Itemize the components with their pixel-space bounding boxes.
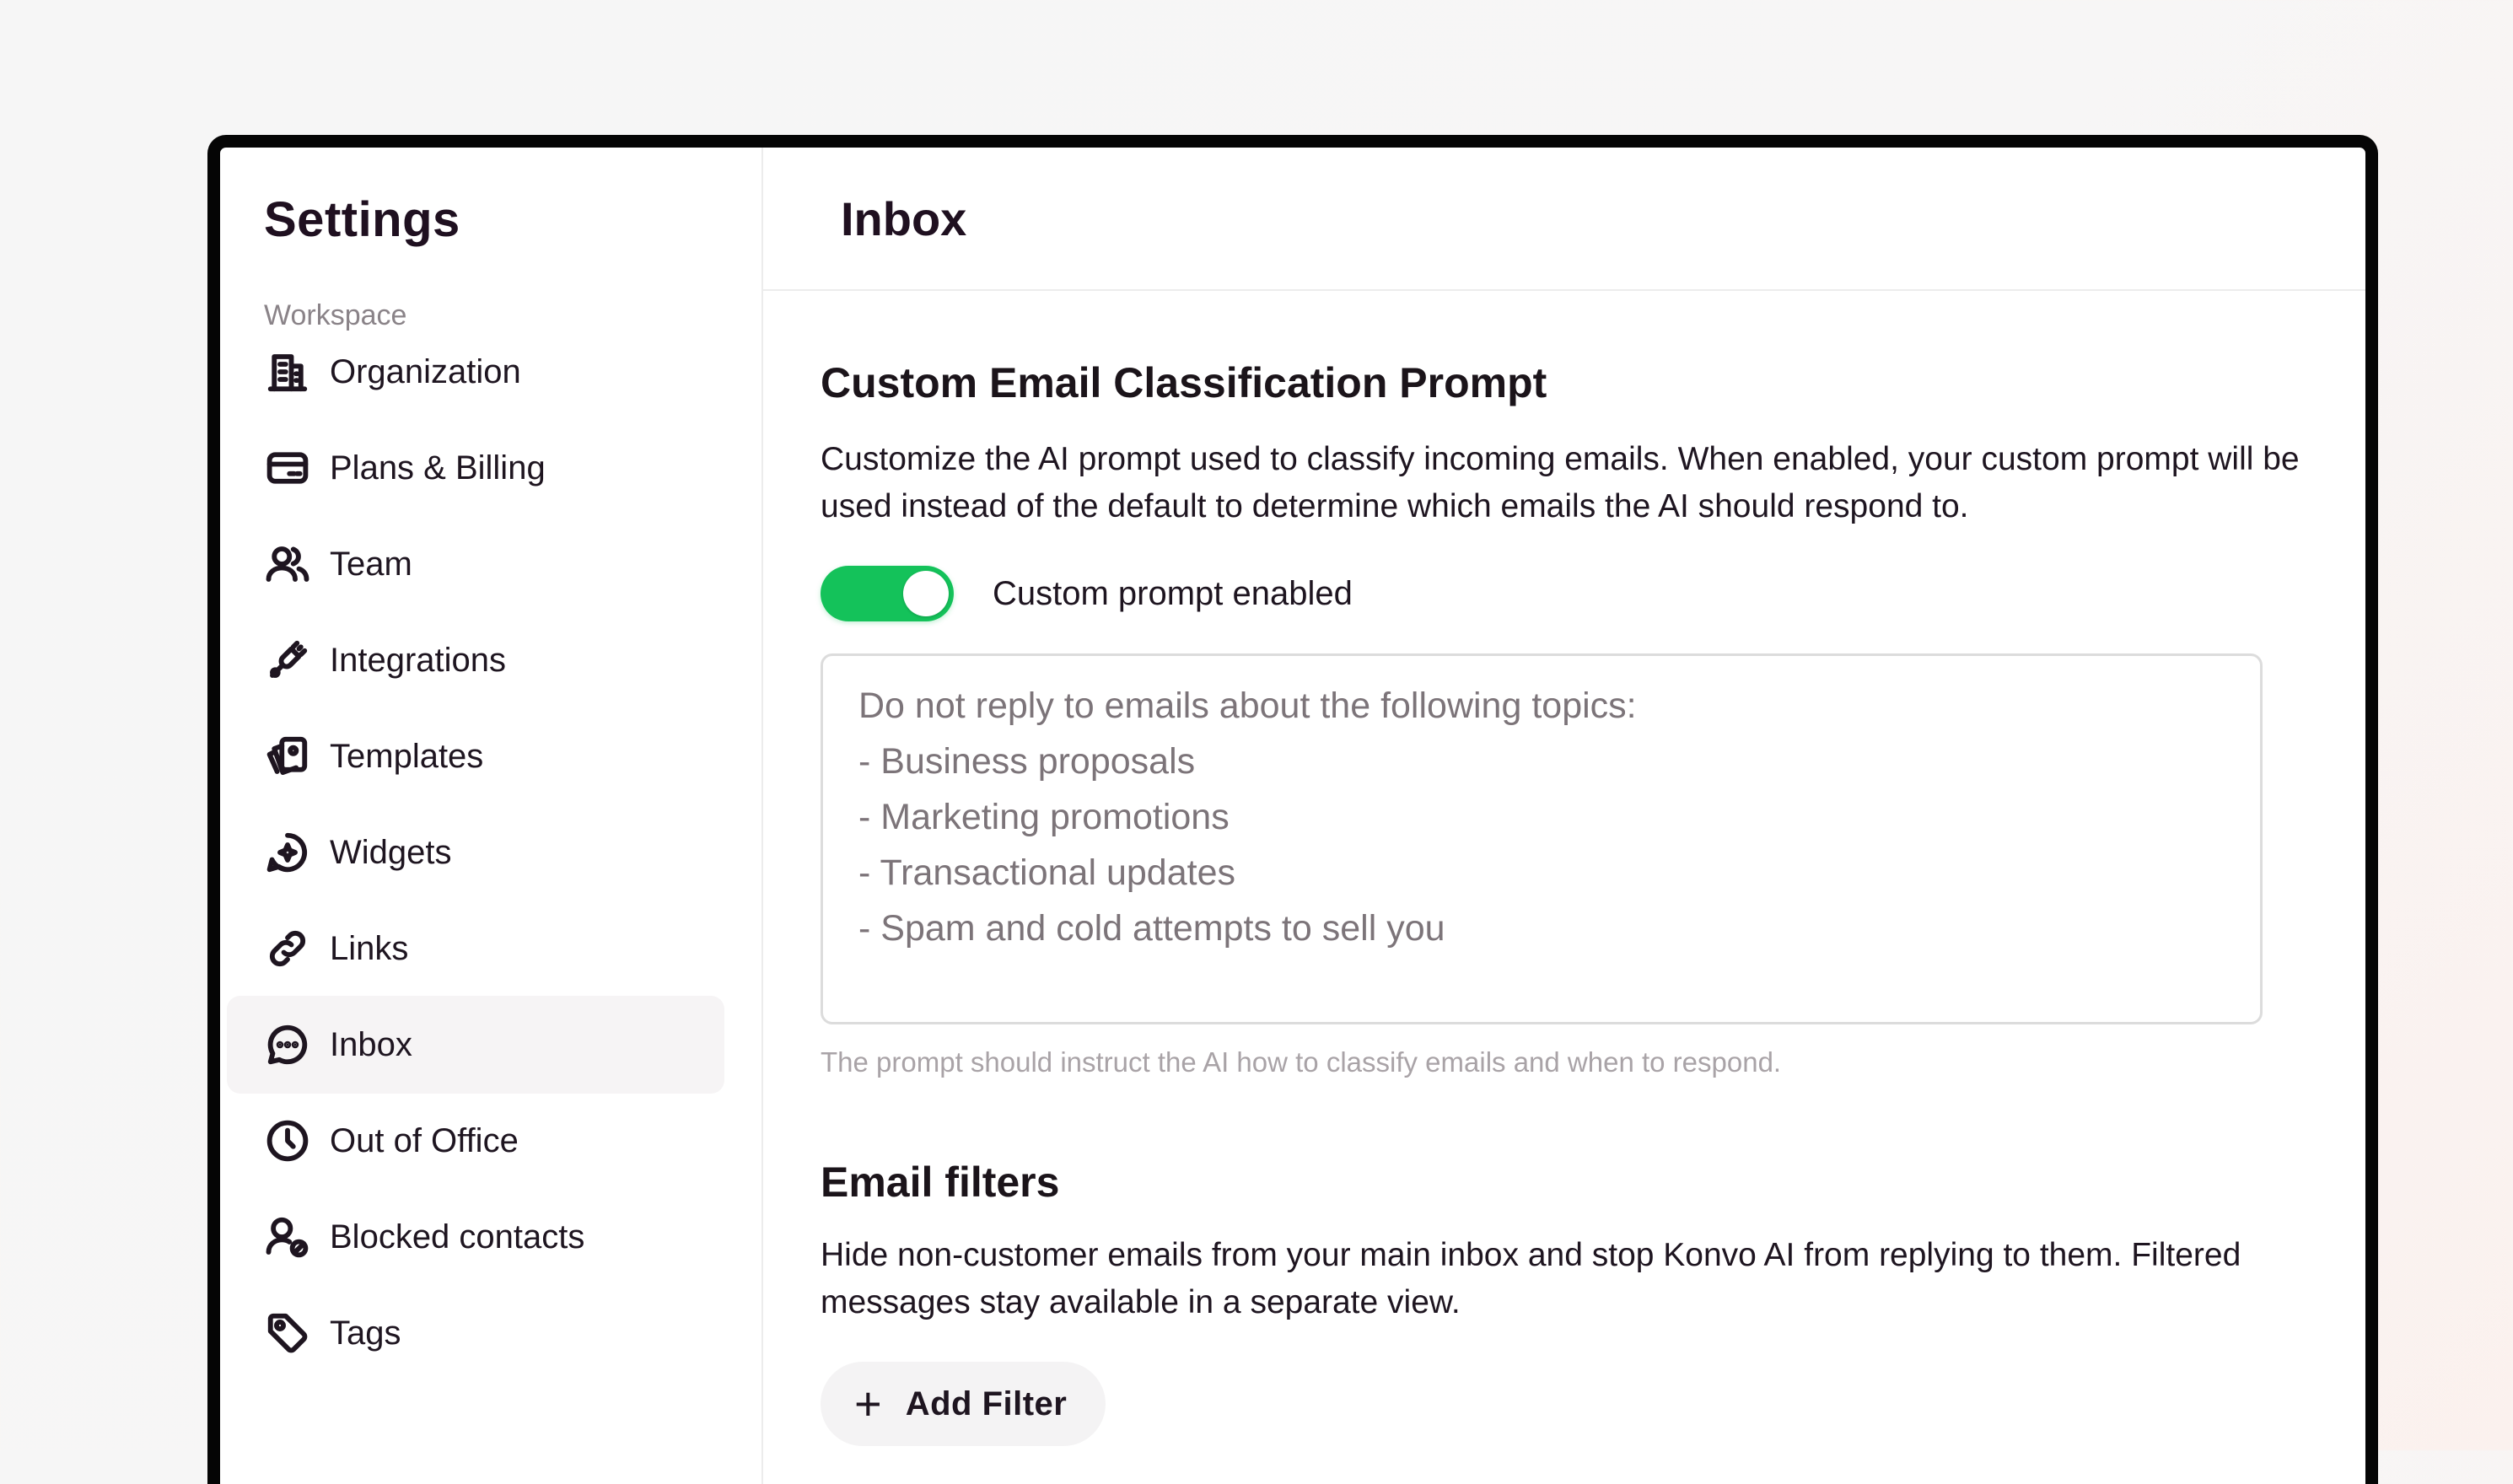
toggle-knob <box>903 571 949 616</box>
sidebar-item-blocked-contacts[interactable]: Blocked contacts <box>227 1188 724 1286</box>
sidebar-item-team[interactable]: Team <box>227 515 724 613</box>
settings-sidebar: Settings Workspace Organization Plans & … <box>220 148 763 1484</box>
sidebar-item-organization[interactable]: Organization <box>227 323 724 421</box>
sidebar-item-label: Widgets <box>330 833 452 871</box>
blocked-user-icon <box>264 1213 311 1261</box>
prompt-line: - Transactional updates <box>858 852 1235 893</box>
custom-prompt-textarea[interactable]: Do not reply to emails about the followi… <box>821 653 2263 1024</box>
credit-card-icon <box>264 444 311 492</box>
sidebar-item-plans-billing[interactable]: Plans & Billing <box>227 419 724 517</box>
sidebar-item-tags[interactable]: Tags <box>227 1284 724 1382</box>
prompt-line: - Business proposals <box>858 741 1196 782</box>
plug-icon <box>264 637 311 684</box>
custom-prompt-toggle-label: Custom prompt enabled <box>993 574 1353 612</box>
email-filters-section: Email filters Hide non-customer emails f… <box>821 1158 2365 1446</box>
users-icon <box>264 540 311 588</box>
sidebar-item-label: Team <box>330 545 412 583</box>
settings-main: Inbox Custom Email Classification Prompt… <box>763 148 2365 1484</box>
sidebar-item-label: Integrations <box>330 641 507 679</box>
building-icon <box>264 348 311 395</box>
sidebar-item-label: Templates <box>330 737 484 775</box>
sidebar-item-label: Organization <box>330 352 521 390</box>
sidebar-item-label: Tags <box>330 1314 401 1352</box>
classification-description: Customize the AI prompt used to classify… <box>821 441 2300 524</box>
email-filters-description: Hide non-customer emails from your main … <box>821 1237 2241 1320</box>
add-filter-label: Add Filter <box>905 1385 1068 1422</box>
custom-prompt-toggle[interactable] <box>821 566 954 621</box>
main-header: Inbox <box>763 148 2365 291</box>
sidebar-item-label: Plans & Billing <box>330 449 546 487</box>
sidebar-item-label: Out of Office <box>330 1121 519 1159</box>
settings-window: Settings Workspace Organization Plans & … <box>207 135 2378 1484</box>
sidebar-item-widgets[interactable]: Widgets <box>227 804 724 901</box>
sidebar-item-label: Inbox <box>330 1025 412 1063</box>
tag-icon <box>264 1309 311 1357</box>
add-filter-button[interactable]: + Add Filter <box>821 1362 1106 1446</box>
inbox-settings-content: Custom Email Classification Prompt Custo… <box>821 358 2365 1446</box>
custom-prompt-toggle-row: Custom prompt enabled <box>821 566 2365 621</box>
templates-icon <box>264 733 311 780</box>
classification-heading: Custom Email Classification Prompt <box>821 359 1547 406</box>
classification-section: Custom Email Classification Prompt Custo… <box>821 358 2365 1078</box>
prompt-line: - Marketing promotions <box>858 797 1230 837</box>
prompt-line: - Spam and cold attempts to sell you <box>858 908 1445 949</box>
sidebar-item-label: Blocked contacts <box>330 1218 585 1255</box>
sidebar-item-integrations[interactable]: Integrations <box>227 611 724 709</box>
clock-icon <box>264 1117 311 1164</box>
widget-icon <box>264 829 311 876</box>
chat-bubble-icon <box>264 1021 311 1068</box>
sidebar-item-links[interactable]: Links <box>227 900 724 997</box>
sidebar-item-out-of-office[interactable]: Out of Office <box>227 1092 724 1190</box>
sidebar-item-inbox[interactable]: Inbox <box>227 996 724 1094</box>
sidebar-item-label: Links <box>330 929 409 967</box>
prompt-line: Do not reply to emails about the followi… <box>858 686 1637 726</box>
sidebar-title: Settings <box>264 192 460 247</box>
link-icon <box>264 925 311 972</box>
plus-icon: + <box>854 1377 882 1430</box>
email-filters-heading: Email filters <box>821 1159 1060 1206</box>
sidebar-item-templates[interactable]: Templates <box>227 707 724 805</box>
page-title: Inbox <box>841 192 967 245</box>
prompt-hint: The prompt should instruct the AI how to… <box>821 1046 1782 1078</box>
